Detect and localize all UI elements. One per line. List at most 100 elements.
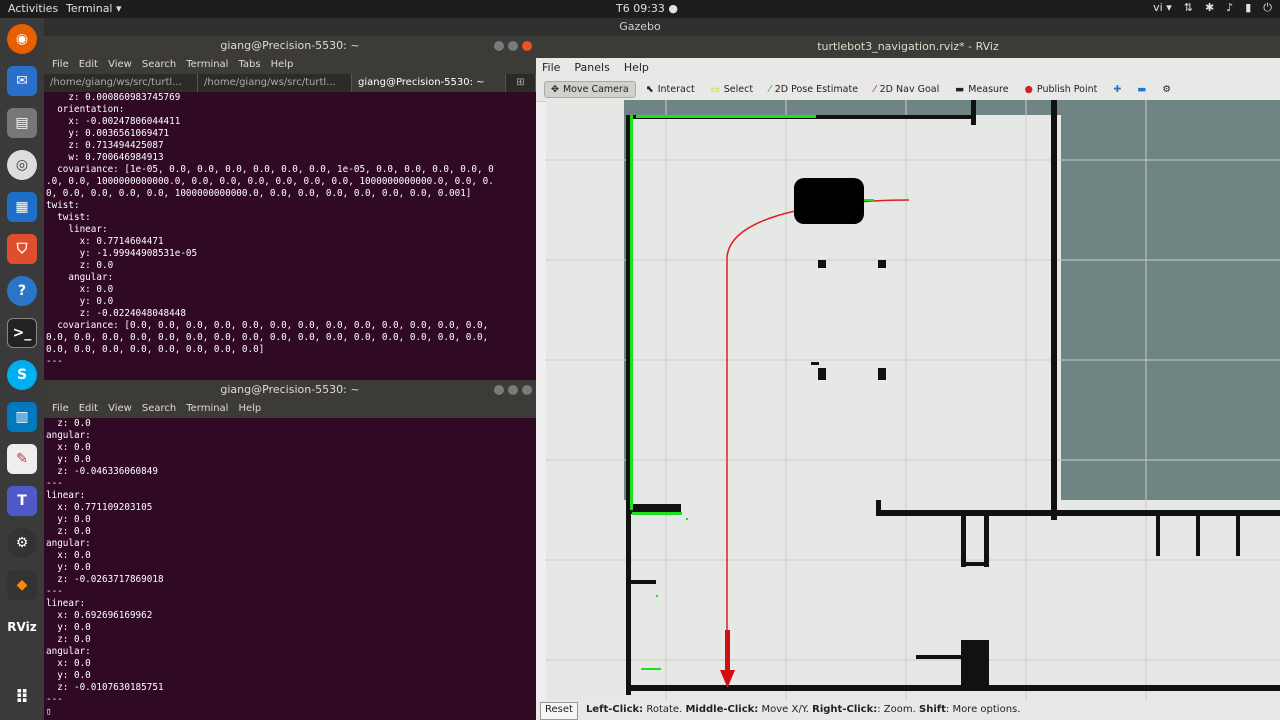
close-button[interactable]	[522, 385, 532, 395]
minimize-button[interactable]	[494, 385, 504, 395]
maximize-button[interactable]	[508, 41, 518, 51]
terminal-2-menubar: File Edit View Search Terminal Help	[44, 400, 536, 418]
menu-search[interactable]: Search	[142, 400, 176, 418]
terminal-window-2[interactable]: giang@Precision-5530: ~ File Edit View S…	[44, 380, 536, 720]
minimize-button[interactable]	[494, 41, 504, 51]
menu-tabs[interactable]: Tabs	[238, 56, 260, 74]
activities-button[interactable]: Activities	[8, 2, 58, 15]
add-tool-button[interactable]: ✚	[1107, 82, 1127, 97]
status-left-action: Rotate.	[646, 704, 683, 715]
menu-search[interactable]: Search	[142, 56, 176, 74]
terminal-icon[interactable]: >_	[7, 318, 37, 348]
goal-arrow	[725, 630, 730, 670]
tool-label: Move Camera	[562, 84, 629, 95]
rviz-icon[interactable]: RViz	[7, 612, 37, 642]
volume-icon[interactable]: ♪	[1226, 1, 1233, 15]
menu-edit[interactable]: Edit	[79, 56, 98, 74]
menu-file[interactable]: File	[52, 400, 69, 418]
terminal-1-titlebar[interactable]: giang@Precision-5530: ~	[44, 36, 536, 56]
select-tool[interactable]: ▭ Select	[705, 82, 759, 97]
teams-icon[interactable]: T	[7, 486, 37, 516]
maximize-button[interactable]	[508, 385, 518, 395]
tool-label: Measure	[968, 84, 1009, 95]
cursor-icon: ⬉	[645, 84, 654, 95]
blender-icon[interactable]: ◆	[7, 570, 37, 600]
menu-terminal[interactable]: Terminal	[186, 400, 228, 418]
purple-arrow-icon: ⁄	[874, 84, 876, 95]
menu-view[interactable]: View	[108, 400, 132, 418]
bluetooth-icon[interactable]: ✱	[1205, 1, 1214, 15]
menu-terminal[interactable]: Terminal	[186, 56, 228, 74]
terminal-1-tabs: /home/giang/ws/src/turtl... /home/giang/…	[44, 74, 536, 92]
tool-label: 2D Nav Goal	[879, 84, 940, 95]
tool-label: Select	[723, 84, 754, 95]
status-left-key: Left-Click:	[585, 704, 644, 715]
free-area	[546, 100, 624, 700]
software-icon[interactable]: ⛉	[7, 234, 37, 264]
status-right-action: : Zoom.	[877, 704, 916, 715]
terminal-1-title: giang@Precision-5530: ~	[220, 39, 360, 52]
remove-tool-button[interactable]: ▬	[1131, 82, 1152, 97]
close-button[interactable]	[522, 41, 532, 51]
thunderbird-icon[interactable]: ✉	[7, 66, 37, 96]
arduino-icon[interactable]: ⚙	[7, 528, 37, 558]
skype-icon[interactable]: S	[7, 360, 37, 390]
menu-help[interactable]: Help	[271, 56, 294, 74]
rhythmbox-icon[interactable]: ◎	[7, 150, 37, 180]
status-right-key: Right-Click:	[812, 704, 878, 715]
menu-view[interactable]: View	[108, 56, 132, 74]
minus-icon: ▬	[1137, 84, 1147, 95]
gear-icon: ⚙	[1162, 84, 1171, 95]
occupancy-map[interactable]	[546, 100, 1280, 700]
clock[interactable]: T6 09:33 ●	[616, 2, 678, 15]
menu-file[interactable]: File	[52, 56, 69, 74]
status-middle-key: Middle-Click:	[685, 704, 759, 715]
terminal-2-titlebar[interactable]: giang@Precision-5530: ~	[44, 380, 536, 400]
battery-icon[interactable]: ▮	[1245, 1, 1251, 15]
help-icon[interactable]: ?	[7, 276, 37, 306]
rviz-window[interactable]: turtlebot3_navigation.rviz* - RViz File …	[536, 36, 1280, 720]
rviz-title[interactable]: turtlebot3_navigation.rviz* - RViz	[536, 36, 1280, 58]
interact-tool[interactable]: ⬉ Interact	[640, 82, 701, 97]
tab-2[interactable]: /home/giang/ws/src/turtl...	[198, 74, 352, 92]
network-icon[interactable]: ⇅	[1184, 1, 1193, 15]
terminal-2-title: giang@Precision-5530: ~	[220, 383, 360, 396]
tool-properties-button[interactable]: ⚙	[1156, 82, 1177, 97]
text-editor-icon[interactable]: ✎	[7, 444, 37, 474]
new-tab-icon[interactable]: ⊞	[506, 74, 536, 92]
rviz-3d-view[interactable]	[546, 100, 1280, 700]
lang-indicator[interactable]: vi ▾	[1153, 1, 1172, 15]
tab-1[interactable]: /home/giang/ws/src/turtl...	[44, 74, 198, 92]
tool-label: Interact	[657, 84, 695, 95]
power-icon[interactable]: ⏻	[1263, 1, 1272, 15]
menu-help[interactable]: Help	[238, 400, 261, 418]
move-camera-tool[interactable]: ✥ Move Camera	[544, 81, 636, 98]
rviz-toolbar: ✥ Move Camera ⬉ Interact ▭ Select ⁄ 2D Pose …	[536, 78, 1280, 102]
terminal-1-output[interactable]: z: 0.000860983745769 orientation: x: -0.…	[44, 92, 536, 368]
trello-icon[interactable]: ▥	[7, 402, 37, 432]
terminal-2-output[interactable]: z: 0.0 angular: x: 0.0 y: 0.0 z: -0.0463…	[44, 418, 536, 718]
nav-goal-tool[interactable]: ⁄ 2D Nav Goal	[868, 82, 945, 97]
dock: ◉ ✉ ▤ ◎ ▦ ⛉ ? >_ S ▥ ✎ T ⚙ ◆ RViz ⠿	[0, 18, 44, 720]
rviz-statusbar: Reset Left-Click: Rotate. Middle-Click: …	[536, 700, 1280, 720]
robot-model[interactable]	[794, 178, 864, 224]
app-menu[interactable]: Terminal ▾	[66, 2, 122, 15]
menu-edit[interactable]: Edit	[79, 400, 98, 418]
app-grid-icon[interactable]: ⠿	[7, 682, 37, 712]
green-arrow-icon: ⁄	[769, 84, 771, 95]
files-icon[interactable]: ▤	[7, 108, 37, 138]
pose-estimate-tool[interactable]: ⁄ 2D Pose Estimate	[763, 82, 864, 97]
tab-3[interactable]: giang@Precision-5530: ~	[352, 74, 506, 92]
menu-help[interactable]: Help	[624, 58, 649, 78]
firefox-icon[interactable]: ◉	[7, 24, 37, 54]
menu-file[interactable]: File	[542, 58, 560, 78]
pin-icon: ●	[1024, 84, 1033, 95]
status-shift-key: Shift	[919, 704, 946, 715]
reset-button[interactable]: Reset	[540, 702, 578, 720]
writer-icon[interactable]: ▦	[7, 192, 37, 222]
system-tray[interactable]: vi ▾ ⇅ ✱ ♪ ▮ ⏻	[1153, 1, 1272, 15]
measure-tool[interactable]: ▬ Measure	[949, 82, 1014, 97]
publish-point-tool[interactable]: ● Publish Point	[1019, 82, 1104, 97]
menu-panels[interactable]: Panels	[574, 58, 609, 78]
terminal-window-1[interactable]: giang@Precision-5530: ~ File Edit View S…	[44, 36, 536, 380]
